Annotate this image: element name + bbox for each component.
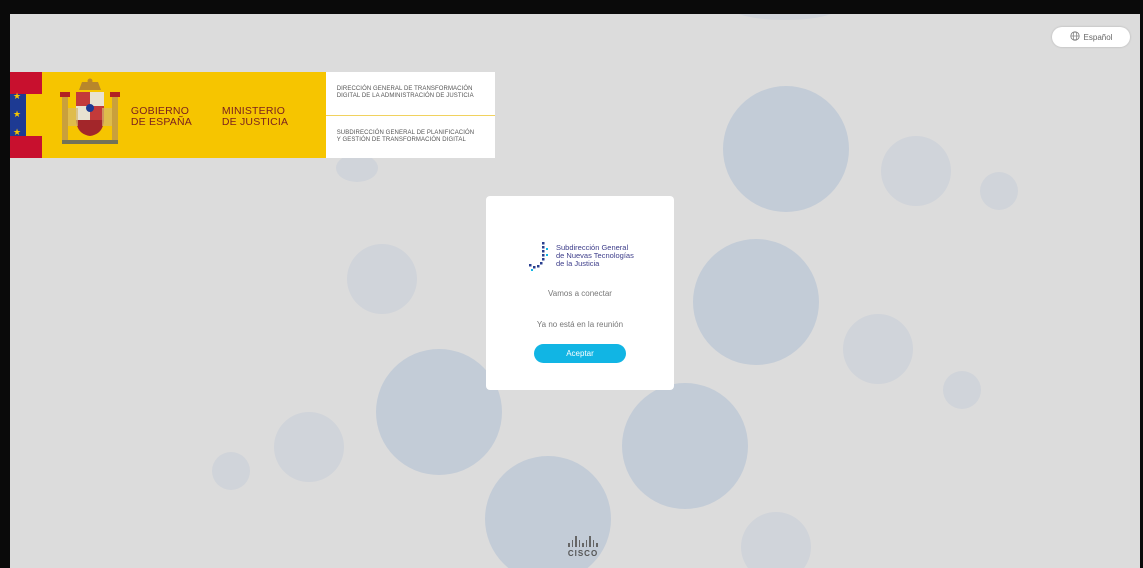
- justice-j-logo-icon: [529, 242, 548, 271]
- decorative-bubble: [347, 244, 417, 314]
- subdirectorate-name: SUBDIRECCIÓN GENERAL DE PLANIFICACIÓN Y G…: [336, 129, 475, 143]
- cisco-logo-icon: [563, 536, 603, 547]
- decorative-bubble: [274, 412, 344, 482]
- eu-flag-strip: ★ ★ ★: [10, 72, 42, 158]
- directorate-name: DIRECCIÓN GENERAL DE TRANSFORMACIÓN DIGIT…: [325, 72, 495, 116]
- decorative-bubble: [943, 371, 981, 409]
- cisco-wordmark: CISCO: [567, 549, 599, 558]
- cisco-logo: CISCO: [563, 536, 603, 564]
- decorative-bubble: [723, 86, 849, 212]
- coat-of-arms-icon: [59, 78, 120, 144]
- institutional-header: ★ ★ ★ GOBIERNO DE ESPAÑA MINISTERIO DE J…: [10, 72, 495, 158]
- language-selector[interactable]: Español: [1052, 27, 1130, 47]
- meeting-background: Español ★ ★ ★ GOBIERNO DE ESPAÑA MINISTE…: [10, 14, 1140, 568]
- decorative-bubble: [212, 452, 250, 490]
- meeting-dialog: Subdirección General de Nuevas Tecnologí…: [486, 196, 674, 390]
- decorative-bubble: [843, 314, 913, 384]
- sgnt-logo: Subdirección General de Nuevas Tecnologí…: [526, 240, 636, 274]
- globe-icon: [1069, 31, 1080, 43]
- connecting-message: Vamos a conectar: [548, 289, 612, 298]
- logo-text: Subdirección General de Nuevas Tecnologí…: [556, 243, 634, 268]
- accept-button[interactable]: Aceptar: [534, 344, 626, 363]
- star-icon: ★: [13, 109, 22, 119]
- star-icon: ★: [13, 91, 22, 101]
- decorative-bubble: [622, 383, 748, 509]
- decorative-bubble: [336, 154, 378, 182]
- decorative-bubble: [732, 14, 838, 20]
- decorative-bubble: [693, 239, 819, 365]
- ministry-name: MINISTERIO DE JUSTICIA: [221, 105, 289, 128]
- decorative-bubble: [741, 512, 811, 568]
- government-name: GOBIERNO DE ESPAÑA: [130, 105, 192, 128]
- star-icon: ★: [13, 127, 22, 137]
- meeting-status-message: Ya no está en la reunión: [536, 320, 624, 329]
- government-banner: GOBIERNO DE ESPAÑA MINISTERIO DE JUSTICI…: [41, 72, 326, 158]
- decorative-bubble: [881, 136, 951, 206]
- decorative-bubble: [980, 172, 1018, 210]
- language-label: Español: [1083, 32, 1113, 42]
- directorate-panel: DIRECCIÓN GENERAL DE TRANSFORMACIÓN DIGIT…: [325, 72, 495, 158]
- decorative-bubble: [376, 349, 502, 475]
